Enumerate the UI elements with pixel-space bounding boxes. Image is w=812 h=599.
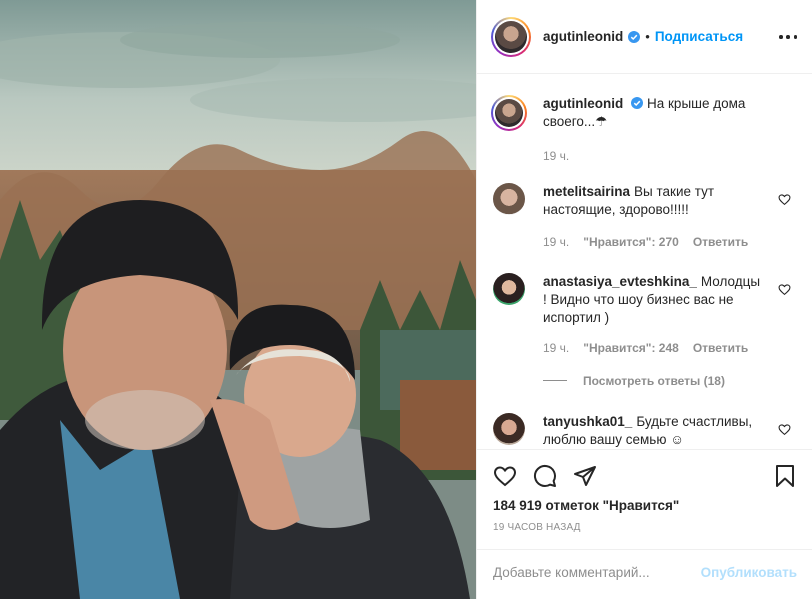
comment-username[interactable]: tanyushka01_ [543,414,632,429]
post-panel: agutinleonid • Подписаться agutinleonid … [476,0,812,599]
more-icon[interactable] [779,28,797,46]
comment-username[interactable]: metelitsairina [543,184,630,199]
comment-like-icon[interactable] [778,423,791,436]
likes-count[interactable]: 184 919 отметок "Нравится" [493,498,679,513]
comment-like-icon[interactable] [778,193,791,206]
share-icon[interactable] [573,464,597,488]
add-comment-bar: Опубликовать [477,549,812,599]
author-username[interactable]: agutinleonid [543,29,623,44]
comment-avatar[interactable] [493,413,525,445]
view-replies-button[interactable]: Посмотреть ответы (18) [543,374,725,388]
reply-button[interactable]: Ответить [693,235,748,249]
comment-like-icon[interactable] [778,283,791,296]
comment-meta: 19 ч. "Нравится": 248 Ответить [543,341,748,355]
comment-meta: 19 ч. "Нравится": 270 Ответить [543,235,748,249]
post-header: agutinleonid • Подписаться [477,0,812,74]
comment-avatar[interactable] [493,273,525,305]
heart-icon[interactable] [493,464,517,488]
view-replies-label: Посмотреть ответы (18) [583,374,725,388]
publish-button[interactable]: Опубликовать [701,565,797,580]
caption-time: 19 ч. [543,149,570,163]
photo-image [0,0,476,599]
comment-likes[interactable]: "Нравится": 270 [583,235,679,249]
caption-avatar[interactable] [491,95,527,131]
caption-username[interactable]: agutinleonid [543,96,623,111]
comment-icon[interactable] [533,464,557,488]
replies-line [543,380,567,381]
comments-list[interactable]: agutinleonid На крыше дома своего...☂ 19… [477,75,812,449]
author-avatar[interactable] [491,16,531,57]
verified-icon [631,97,644,109]
post-time[interactable]: 19 ЧАСОВ НАЗАД [493,522,581,533]
reply-button[interactable]: Ответить [693,341,748,355]
comment-input[interactable] [493,565,693,580]
action-bar: 184 919 отметок "Нравится" 19 ЧАСОВ НАЗА… [477,449,812,549]
follow-button[interactable]: Подписаться [655,29,743,44]
comment-likes[interactable]: "Нравится": 248 [583,341,679,355]
post-photo[interactable] [0,0,476,599]
comment-username[interactable]: anastasiya_evteshkina_ [543,274,697,289]
comment-avatar[interactable] [493,183,525,215]
verified-icon [628,30,641,43]
bookmark-icon[interactable] [773,464,797,488]
comment-time: 19 ч. [543,235,570,249]
separator-dot: • [645,29,650,44]
comment-time: 19 ч. [543,341,570,355]
